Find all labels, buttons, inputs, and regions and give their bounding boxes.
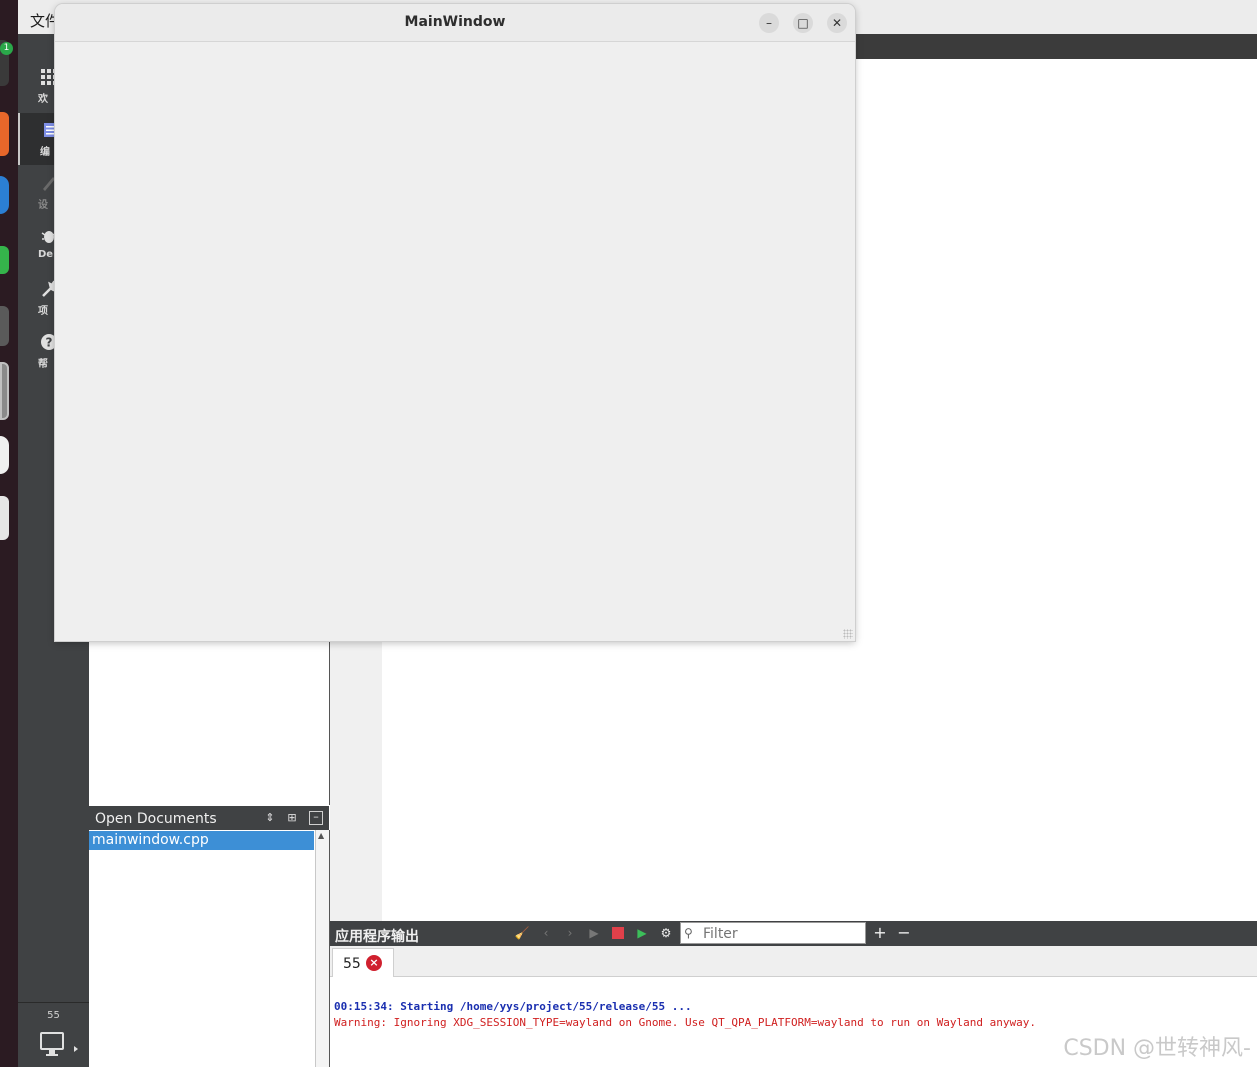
stop-icon[interactable] bbox=[610, 925, 626, 941]
project-tree-pane[interactable] bbox=[89, 641, 330, 805]
dock-app-icon[interactable] bbox=[0, 306, 9, 346]
next-icon[interactable]: › bbox=[562, 925, 578, 941]
dock-app-icon[interactable] bbox=[0, 246, 9, 274]
window-client-area bbox=[55, 42, 855, 641]
debug-run-icon[interactable]: ▶ bbox=[634, 925, 650, 941]
dock-app-icon[interactable] bbox=[0, 436, 9, 474]
dock-app-icon[interactable] bbox=[0, 176, 9, 214]
output-pane-toolbar: 应用程序输出 🧹 ‹ › ▶ ▶ ⚙ ⚲ + − bbox=[330, 921, 1257, 946]
watermark: CSDN @世转神风- bbox=[1063, 1036, 1251, 1061]
run-target-selector[interactable] bbox=[40, 1032, 82, 1064]
prev-icon[interactable]: ‹ bbox=[538, 925, 554, 941]
editor-gutter bbox=[330, 641, 382, 921]
dock-app-icon-active[interactable] bbox=[0, 362, 9, 420]
output-line: 00:15:34: Starting /home/yys/project/55/… bbox=[334, 1000, 692, 1013]
scroll-up-icon[interactable]: ▲ bbox=[318, 831, 324, 840]
window-titlebar[interactable]: MainWindow – □ ✕ bbox=[55, 4, 855, 42]
filter-input[interactable] bbox=[701, 924, 865, 944]
dock-app-icon[interactable] bbox=[0, 496, 9, 540]
run-icon[interactable]: ▶ bbox=[586, 925, 602, 941]
split-add-icon[interactable]: ⊞ bbox=[285, 811, 299, 825]
maximize-button[interactable]: □ bbox=[793, 13, 813, 33]
output-tab-label: 55 bbox=[343, 956, 361, 972]
clear-output-icon[interactable]: 🧹 bbox=[514, 925, 530, 941]
divider bbox=[18, 1002, 89, 1003]
kit-label: 55 bbox=[47, 1010, 60, 1021]
open-documents-header: Open Documents ⇕ ⊞ – bbox=[89, 806, 329, 830]
ubuntu-dock: 1 bbox=[0, 0, 18, 1067]
notification-badge: 1 bbox=[0, 42, 13, 55]
output-pane-title: 应用程序输出 bbox=[335, 929, 419, 945]
code-editor[interactable] bbox=[382, 641, 1257, 921]
close-icon[interactable]: × bbox=[366, 955, 382, 971]
app-main-window[interactable]: MainWindow – □ ✕ bbox=[55, 4, 855, 641]
editor-toolbar bbox=[855, 34, 1257, 59]
output-tabs: 55 × bbox=[330, 946, 1257, 978]
close-pane-icon[interactable]: – bbox=[309, 811, 323, 825]
filter-box[interactable]: ⚲ bbox=[680, 922, 866, 944]
output-line: Warning: Ignoring XDG_SESSION_TYPE=wayla… bbox=[334, 1016, 1036, 1029]
window-title: MainWindow bbox=[404, 14, 506, 30]
zoom-out-icon[interactable]: − bbox=[896, 925, 912, 941]
zoom-in-icon[interactable]: + bbox=[872, 925, 888, 941]
open-documents-title: Open Documents bbox=[95, 811, 217, 827]
monitor-icon bbox=[40, 1032, 78, 1056]
resize-grip[interactable] bbox=[843, 629, 853, 639]
gear-icon[interactable]: ⚙ bbox=[658, 925, 674, 941]
scrollbar[interactable]: ▲ bbox=[315, 830, 329, 1067]
search-icon: ⚲ bbox=[684, 926, 693, 940]
dock-app-icon[interactable] bbox=[0, 112, 9, 156]
output-tab[interactable]: 55 × bbox=[332, 948, 394, 978]
svg-text:?: ? bbox=[46, 336, 53, 350]
minimize-button[interactable]: – bbox=[759, 13, 779, 33]
open-document-item[interactable]: mainwindow.cpp bbox=[89, 831, 314, 850]
open-documents-list: mainwindow.cpp ▲ bbox=[89, 830, 330, 1067]
sort-updown-icon[interactable]: ⇕ bbox=[263, 811, 277, 825]
close-button[interactable]: ✕ bbox=[827, 13, 847, 33]
